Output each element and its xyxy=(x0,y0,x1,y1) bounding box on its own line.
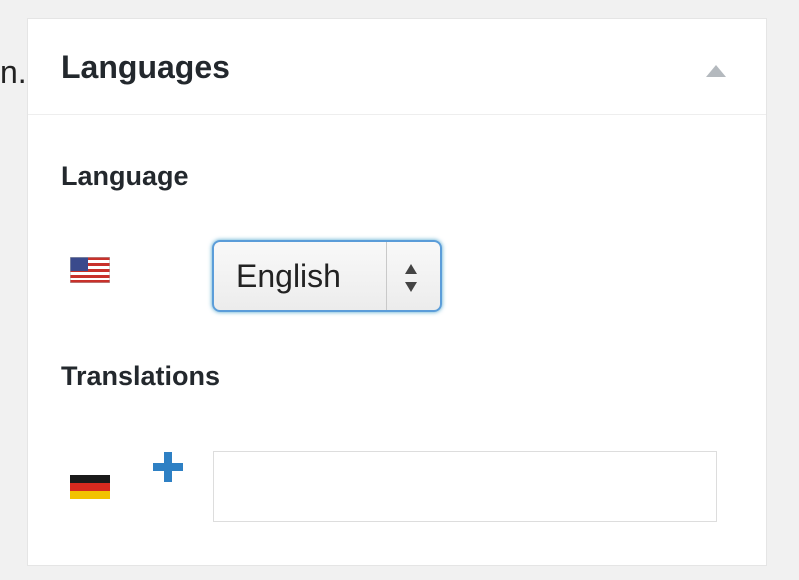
panel-title: Languages xyxy=(61,49,230,85)
translations-label: Translations xyxy=(61,361,221,391)
collapse-toggle-button[interactable] xyxy=(704,61,728,81)
plus-icon xyxy=(153,452,183,482)
us-flag-icon xyxy=(70,257,110,283)
language-select-value: English xyxy=(236,258,341,294)
cropped-edge-text: n. xyxy=(0,54,27,90)
triangle-up-icon xyxy=(706,65,726,77)
language-select[interactable]: English xyxy=(212,240,442,312)
add-translation-button[interactable] xyxy=(150,449,186,485)
languages-panel: Languages Language English Translations xyxy=(27,18,767,566)
panel-header: Languages xyxy=(28,19,766,115)
language-label: Language xyxy=(61,161,189,191)
translation-input[interactable] xyxy=(213,451,717,522)
de-flag-icon xyxy=(70,475,110,499)
select-arrows-icon xyxy=(405,264,417,292)
select-divider xyxy=(386,242,387,310)
